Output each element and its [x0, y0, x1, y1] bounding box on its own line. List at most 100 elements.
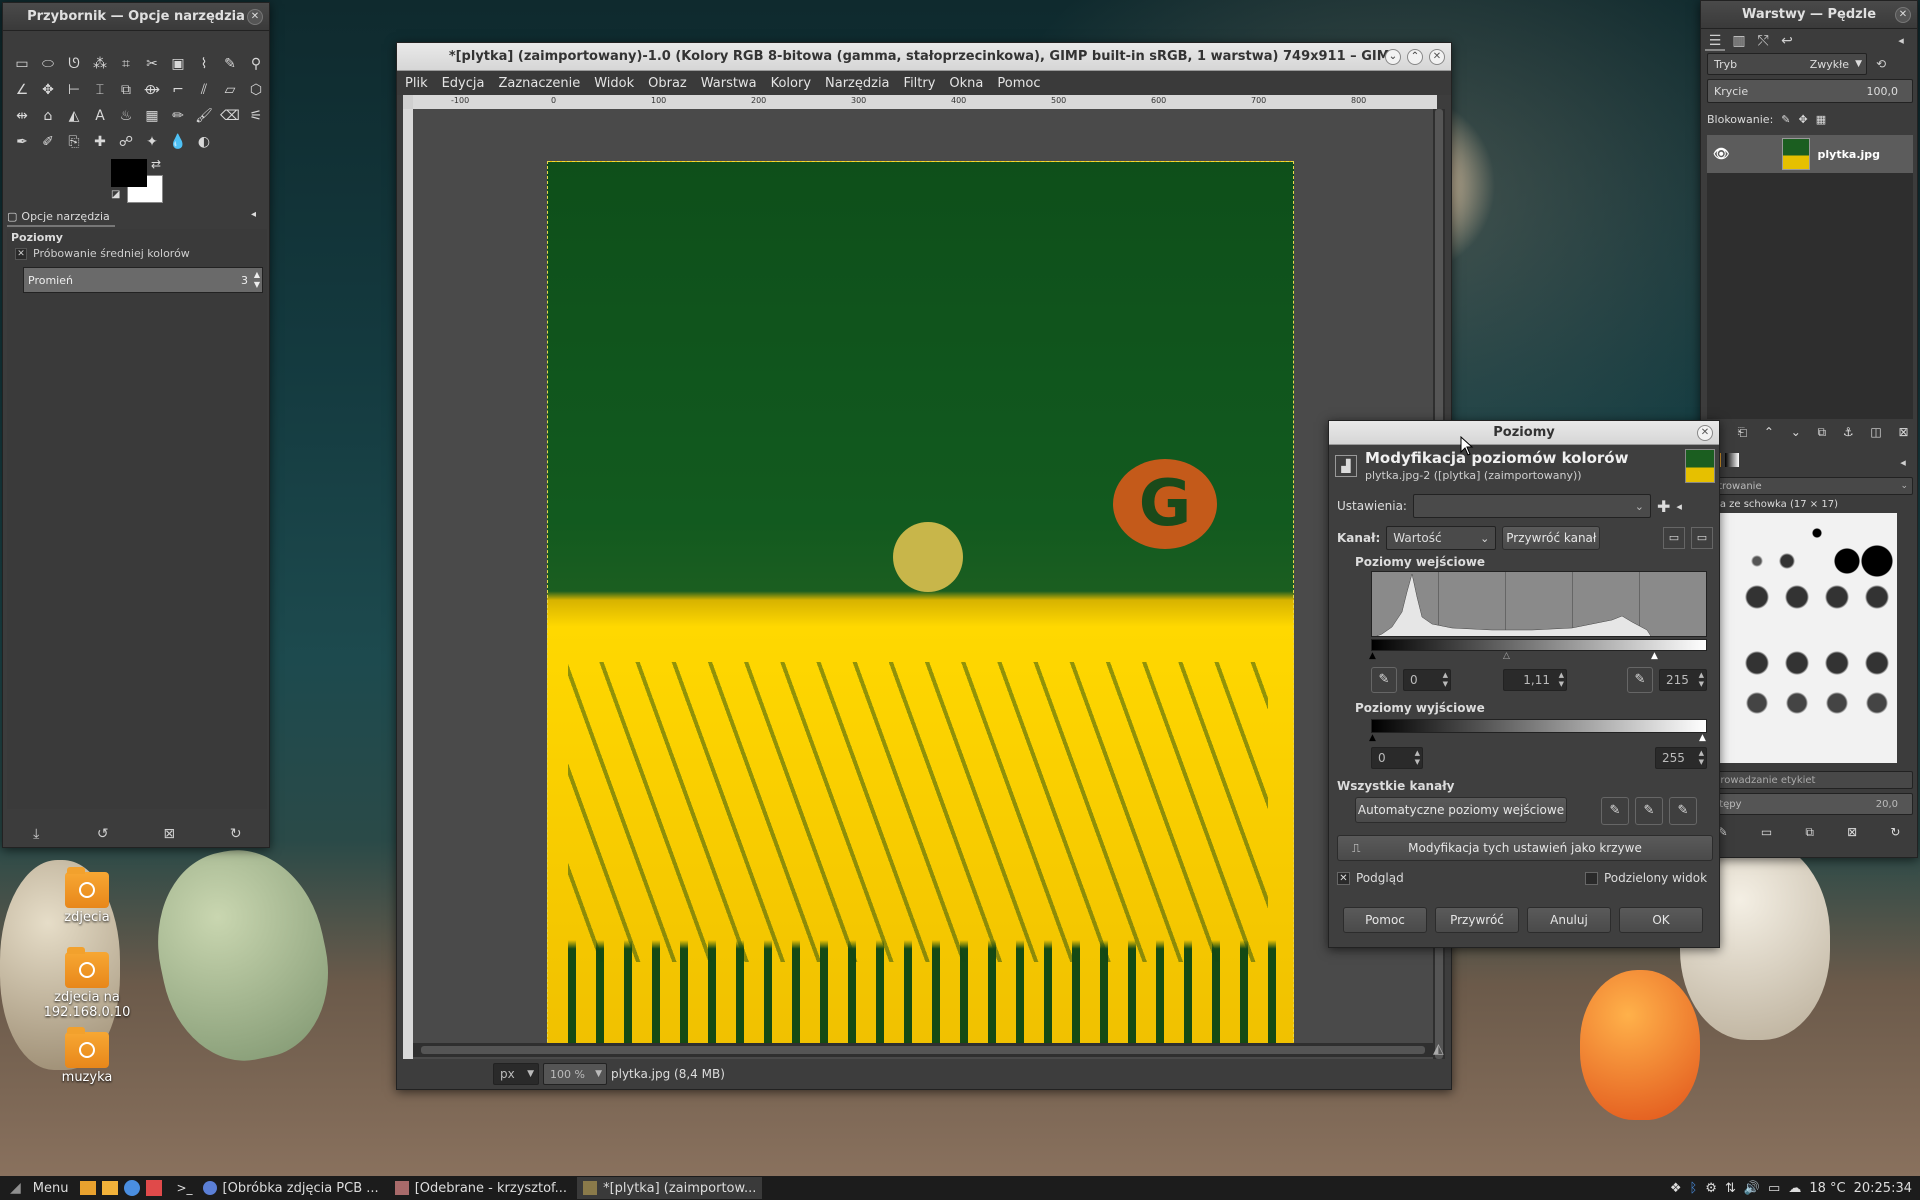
toolbox-titlebar[interactable]: Przybornik — Opcje narzędzia ✕: [3, 3, 269, 31]
histogram[interactable]: [1371, 571, 1707, 637]
paths-icon[interactable]: ⌇: [191, 51, 217, 77]
spinner-arrows-icon[interactable]: ▲ ▼: [1699, 749, 1704, 767]
restore-options-icon[interactable]: ↺: [93, 824, 113, 844]
tab-menu-icon[interactable]: ◂: [1893, 453, 1913, 473]
network-icon[interactable]: ⇅: [1725, 1181, 1736, 1196]
lasso-icon[interactable]: ᘎ: [61, 51, 87, 77]
output-high-handle[interactable]: ▲: [1699, 733, 1706, 743]
blend-icon[interactable]: ▦: [139, 103, 165, 129]
new-group-icon[interactable]: ⎗: [1737, 425, 1747, 440]
close-icon[interactable]: ✕: [1895, 7, 1911, 23]
linear-histogram-icon[interactable]: ▭: [1663, 527, 1685, 549]
close-icon[interactable]: ✕: [1429, 49, 1445, 65]
tab-menu-icon[interactable]: ◂: [1891, 31, 1911, 51]
input-high-spinner[interactable]: 215 ▲ ▼: [1659, 669, 1707, 691]
channel-combo[interactable]: Wartość ⌄: [1386, 526, 1497, 550]
mode-switch-icon[interactable]: ⟲: [1871, 54, 1891, 74]
weather-icon[interactable]: ☁: [1788, 1181, 1801, 1196]
brush-filter-field[interactable]: rtrowanie ⌄: [1707, 477, 1913, 495]
radius-spinner[interactable]: Promień 3 ▲ ▼: [23, 267, 263, 293]
color-select-icon[interactable]: ⌗: [113, 51, 139, 77]
sharpen-icon[interactable]: ✦: [139, 129, 165, 155]
pencil-icon[interactable]: ✏: [165, 103, 191, 129]
pick-white-point-icon[interactable]: ✎: [1627, 667, 1653, 693]
help-button[interactable]: Pomoc: [1343, 907, 1427, 933]
output-low-spinner[interactable]: 0 ▲ ▼: [1371, 747, 1423, 769]
layers-titlebar[interactable]: Warstwy — Pędzle ✕: [1701, 1, 1917, 29]
menu-filtry[interactable]: Filtry: [904, 76, 936, 91]
color-picker-icon[interactable]: ✎: [217, 51, 243, 77]
output-low-handle[interactable]: ▲: [1369, 733, 1376, 743]
taskbar-task-browser[interactable]: [Obróbka zdjęcia PCB ...: [197, 1177, 385, 1199]
browser-icon[interactable]: [124, 1180, 141, 1196]
foreground-select-icon[interactable]: ▣: [165, 51, 191, 77]
menu-okna[interactable]: Okna: [949, 76, 983, 91]
spacing-spinner[interactable]: stępy 20,0: [1707, 793, 1913, 815]
swap-colors-icon[interactable]: ⇄: [151, 157, 161, 171]
default-colors-icon[interactable]: ◪: [111, 189, 120, 200]
duplicate-brush-icon[interactable]: ⧉: [1805, 825, 1814, 840]
scroll-thumb[interactable]: [421, 1046, 1425, 1054]
tasks-icon[interactable]: [146, 1180, 163, 1196]
handle-transform-icon[interactable]: ⌐: [165, 77, 191, 103]
menu-obraz[interactable]: Obraz: [648, 76, 687, 91]
bucket-fill-icon[interactable]: ◭: [61, 103, 87, 129]
refresh-brushes-icon[interactable]: ↻: [1890, 825, 1900, 839]
shear-icon[interactable]: ⫽: [191, 77, 217, 103]
presets-combo[interactable]: ⌄: [1412, 494, 1651, 518]
duplicate-layer-icon[interactable]: ⧉: [1818, 425, 1827, 440]
dodge-icon[interactable]: ◐: [191, 129, 217, 155]
taskbar-task-mail[interactable]: [Odebrane - krzysztof...: [389, 1177, 573, 1199]
input-high-handle[interactable]: ▲: [1651, 651, 1658, 661]
mode-selector[interactable]: Tryb Zwykłe ▼: [1707, 53, 1867, 75]
start-menu-button[interactable]: Menu: [33, 1181, 69, 1196]
spinner-arrows-icon[interactable]: ▲ ▼: [1559, 671, 1564, 689]
flip-icon[interactable]: ⇹: [9, 103, 35, 129]
pick-black-point-icon[interactable]: ✎: [1371, 667, 1397, 693]
image-window-titlebar[interactable]: *[plytka] (zaimportowany)-1.0 (Kolory RG…: [397, 43, 1451, 71]
ruler-corner[interactable]: [403, 95, 413, 109]
delete-options-icon[interactable]: ⊠: [159, 824, 179, 844]
layer-row[interactable]: 👁 plytka.jpg: [1707, 135, 1913, 173]
navigate-icon[interactable]: ◭: [1433, 1041, 1444, 1057]
lock-position-icon[interactable]: ✥: [1799, 113, 1808, 126]
desktop-icon-muzyka[interactable]: muzyka: [22, 1027, 152, 1085]
minimize-icon[interactable]: ⌄: [1385, 49, 1401, 65]
reset-button[interactable]: Przywróć: [1435, 907, 1519, 933]
pick-gray-point-all-icon[interactable]: ✎: [1635, 797, 1663, 825]
input-low-spinner[interactable]: 0 ▲ ▼: [1403, 669, 1451, 691]
tool-options-tab[interactable]: ▢ Opcje narzędzia: [7, 207, 115, 227]
horizontal-scrollbar[interactable]: [413, 1043, 1433, 1057]
log-histogram-icon[interactable]: ▭: [1691, 527, 1713, 549]
spinner-arrows-icon[interactable]: ▲ ▼: [1415, 749, 1420, 767]
unit-selector[interactable]: px ▼: [493, 1063, 539, 1085]
fuzzy-select-icon[interactable]: ⁂: [87, 51, 113, 77]
desktop-icon-zdjecia-network[interactable]: zdjecia na 192.168.0.10: [22, 947, 152, 1020]
mypaint-icon[interactable]: ✐: [35, 129, 61, 155]
auto-input-levels-button[interactable]: Automatyczne poziomy wejściowe: [1355, 797, 1567, 823]
desktop-icon-zdjecia[interactable]: zdjecia: [22, 867, 152, 925]
menu-kolory[interactable]: Kolory: [771, 76, 811, 91]
new-brush-icon[interactable]: ▭: [1761, 825, 1772, 839]
blur-icon[interactable]: 💧: [165, 129, 191, 155]
cage-icon[interactable]: ⌂: [35, 103, 61, 129]
spinner-arrows-icon[interactable]: ▲ ▼: [1699, 671, 1704, 689]
mask-icon[interactable]: ◫: [1870, 425, 1881, 439]
gradients-tab-icon[interactable]: [1725, 453, 1739, 467]
menu-edycja[interactable]: Edycja: [442, 76, 485, 91]
add-preset-icon[interactable]: ✚: [1657, 497, 1670, 516]
input-gamma-handle[interactable]: △: [1503, 651, 1510, 661]
crop-icon[interactable]: ⌶: [87, 77, 113, 103]
lock-pixels-icon[interactable]: ✎: [1781, 113, 1790, 126]
canvas-area[interactable]: G: [413, 109, 1433, 1059]
cancel-button[interactable]: Anuluj: [1527, 907, 1611, 933]
menu-narzedzia[interactable]: Narzędzia: [825, 76, 890, 91]
folder-icon[interactable]: [102, 1181, 119, 1195]
file-manager-icon[interactable]: [80, 1181, 97, 1195]
lock-alpha-icon[interactable]: ▦: [1816, 113, 1826, 126]
input-gamma-spinner[interactable]: 1,11 ▲ ▼: [1503, 669, 1567, 691]
measure-icon[interactable]: ∠: [9, 77, 35, 103]
ok-button[interactable]: OK: [1619, 907, 1703, 933]
clock-label[interactable]: 20:25:34: [1854, 1181, 1912, 1196]
horizontal-ruler[interactable]: -100 0 100 200 300 400 500 600 700 800: [413, 95, 1437, 109]
